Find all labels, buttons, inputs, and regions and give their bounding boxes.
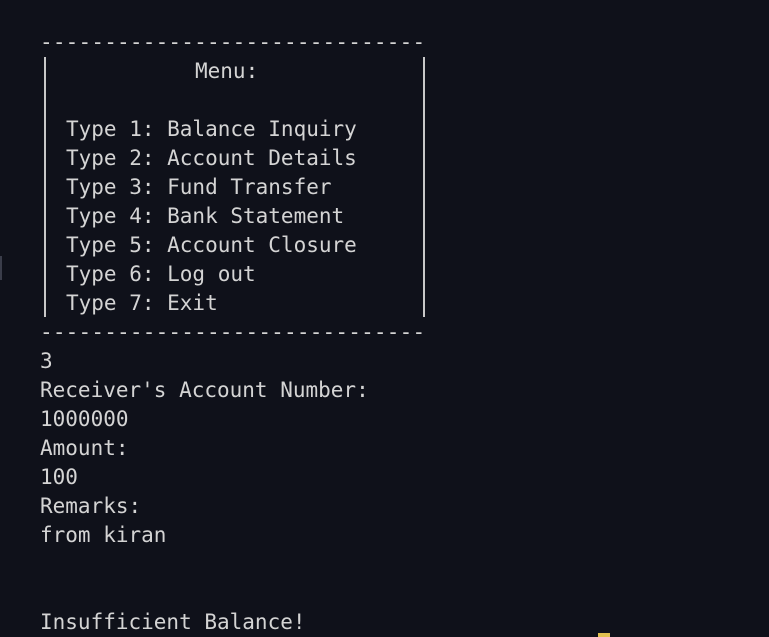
menu-title: Menu: bbox=[195, 59, 259, 83]
blank-line bbox=[40, 579, 369, 608]
menu-right-border bbox=[423, 57, 425, 317]
menu-bottom-border: ------------------------------ bbox=[40, 320, 426, 344]
result-message: Insufficient Balance! bbox=[40, 610, 306, 634]
menu-option-3: Type 3: Fund Transfer bbox=[66, 175, 332, 199]
menu-left-border bbox=[44, 57, 46, 317]
menu-option-7: Type 7: Exit bbox=[66, 291, 218, 315]
menu-top-border: ------------------------------ bbox=[40, 30, 426, 54]
blank-line bbox=[40, 550, 369, 579]
menu-option-1: Type 1: Balance Inquiry bbox=[66, 117, 357, 141]
menu-options: Type 1: Balance Inquiry Type 2: Account … bbox=[66, 115, 357, 318]
remarks-input: from kiran bbox=[40, 523, 167, 547]
menu-option-2: Type 2: Account Details bbox=[66, 146, 357, 170]
menu-option-5: Type 5: Account Closure bbox=[66, 233, 357, 257]
terminal-cursor bbox=[598, 633, 610, 637]
prompt-remarks: Remarks: bbox=[40, 494, 142, 518]
prompt-amount: Amount: bbox=[40, 436, 129, 460]
scroll-edge bbox=[0, 256, 2, 280]
menu-option-6: Type 6: Log out bbox=[66, 262, 256, 286]
receiver-account-input: 1000000 bbox=[40, 407, 129, 431]
prompt-receiver-account: Receiver's Account Number: bbox=[40, 378, 369, 402]
amount-input: 100 bbox=[40, 465, 78, 489]
user-choice-input: 3 bbox=[40, 349, 53, 373]
session-output: 3 Receiver's Account Number: 1000000 Amo… bbox=[40, 347, 369, 608]
terminal-window[interactable]: ------------------------------ Menu: Typ… bbox=[0, 0, 769, 637]
menu-option-4: Type 4: Bank Statement bbox=[66, 204, 345, 228]
